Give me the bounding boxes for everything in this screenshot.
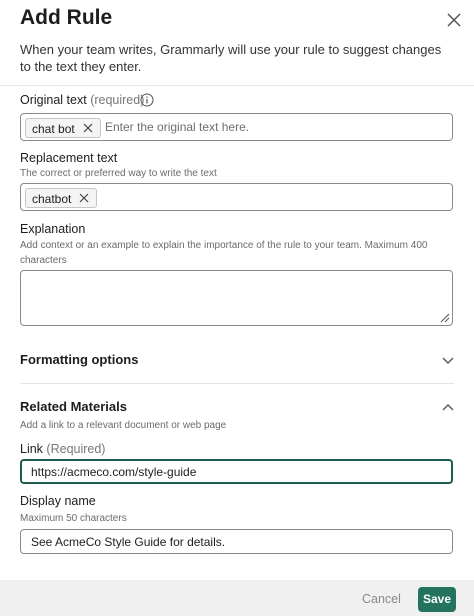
chevron-up-icon[interactable]: [441, 402, 455, 412]
explanation-textarea[interactable]: [20, 270, 453, 326]
related-materials-help: Add a link to a relevant document or web…: [20, 420, 227, 431]
chevron-down-icon[interactable]: [441, 356, 455, 366]
display-name-label: Display name: [20, 494, 96, 508]
replacement-text-field[interactable]: chatbot: [20, 183, 453, 211]
original-text-label-text: Original text: [20, 93, 87, 107]
explanation-help: Add context or an example to explain the…: [20, 240, 428, 266]
display-name-help: Maximum 50 characters: [20, 513, 127, 524]
chip-remove-icon[interactable]: [78, 192, 90, 204]
replacement-text-chip-label: chatbot: [32, 192, 72, 206]
display-name-input[interactable]: See AcmeCo Style Guide for details.: [20, 529, 453, 554]
link-label-text: Link: [20, 442, 43, 456]
dialog-footer: Cancel Save: [0, 580, 474, 616]
link-required: (Required): [46, 442, 106, 456]
dialog-subtitle: When your team writes, Grammarly will us…: [20, 42, 442, 74]
dialog-header: Add Rule When your team writes, Grammarl…: [0, 0, 474, 86]
resize-handle-icon[interactable]: [440, 313, 450, 323]
original-text-chip-label: chat bot: [32, 122, 75, 136]
original-text-placeholder[interactable]: Enter the original text here.: [105, 120, 249, 134]
replacement-text-help: The correct or preferred way to write th…: [20, 168, 217, 179]
formatting-options-title[interactable]: Formatting options: [20, 352, 138, 367]
link-label: Link (Required): [20, 442, 105, 456]
section-divider: [20, 383, 454, 384]
info-icon[interactable]: [140, 93, 154, 107]
explanation-label: Explanation: [20, 222, 86, 236]
related-materials-title[interactable]: Related Materials: [20, 399, 127, 414]
original-text-field[interactable]: chat bot Enter the original text here.: [20, 113, 453, 141]
original-text-required: (required): [90, 93, 145, 107]
display-name-value: See AcmeCo Style Guide for details.: [31, 535, 226, 549]
link-input[interactable]: https://acmeco.com/style-guide: [20, 459, 453, 484]
chip-remove-icon[interactable]: [82, 122, 94, 134]
cancel-button[interactable]: Cancel: [362, 592, 401, 606]
dialog-title: Add Rule: [20, 6, 113, 29]
original-text-chip: chat bot: [25, 118, 101, 138]
replacement-text-chip: chatbot: [25, 188, 97, 208]
save-button[interactable]: Save: [418, 587, 456, 612]
close-icon[interactable]: [444, 10, 464, 30]
original-text-label: Original text (required): [20, 93, 144, 107]
link-value: https://acmeco.com/style-guide: [31, 465, 197, 479]
add-rule-dialog: Add Rule When your team writes, Grammarl…: [0, 0, 474, 616]
replacement-text-label: Replacement text: [20, 151, 118, 165]
